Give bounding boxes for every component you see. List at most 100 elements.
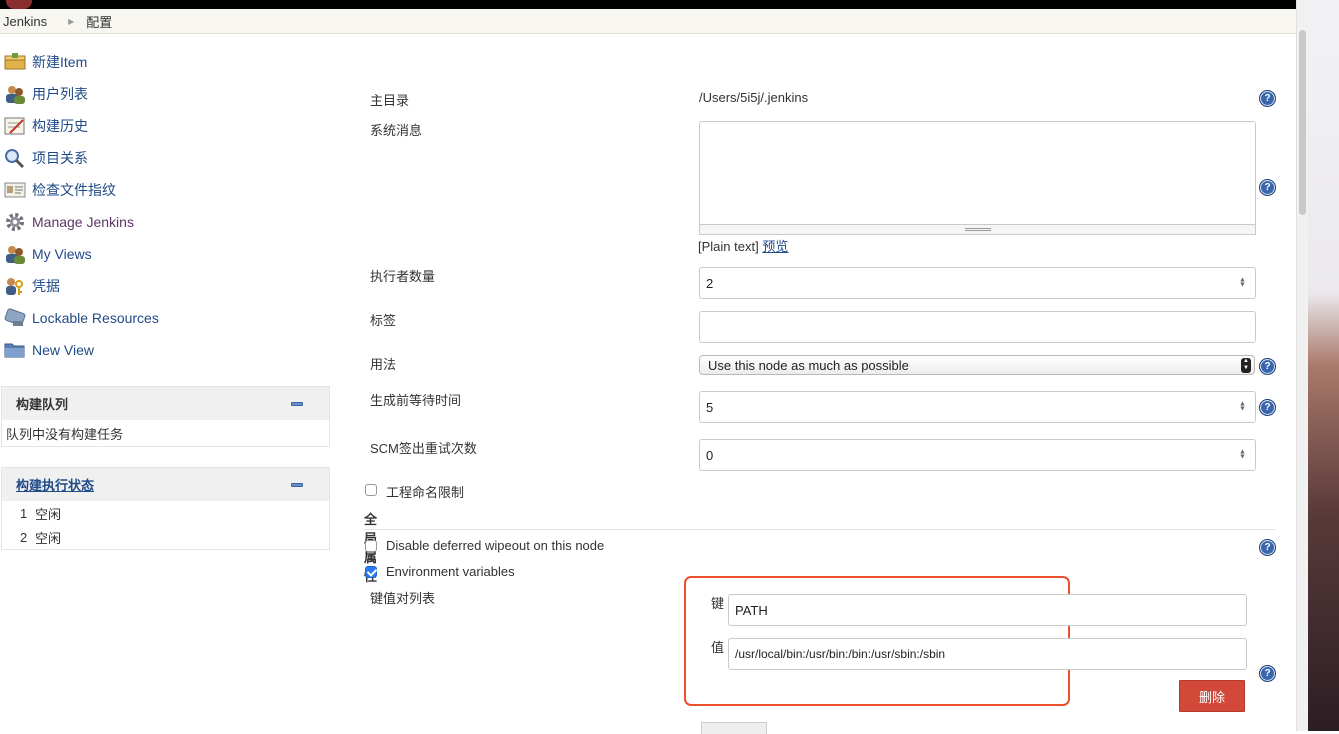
usage-label: 用法 (370, 357, 397, 372)
executor-status-panel: 构建执行状态 1 空闲 2 空闲 (1, 467, 330, 550)
executors-label: 执行者数量 (370, 269, 436, 284)
labels-label: 标签 (370, 313, 397, 328)
sidebar-item-label: My Views (32, 246, 92, 262)
stepper-icon[interactable]: ▲ ▼ (1239, 277, 1246, 289)
sidebar-item-label: 凭据 (32, 278, 60, 294)
usage-select[interactable]: Use this node as much as possible ▲ ▼ (699, 355, 1255, 375)
sidebar-item-label: 检查文件指纹 (32, 182, 116, 198)
sidebar-item-label: 用户列表 (32, 86, 88, 102)
sidebar-item-label: New View (32, 342, 94, 358)
sidebar-item-manage-jenkins[interactable]: Manage Jenkins (0, 206, 330, 238)
sidebar-item-label: 新建Item (32, 54, 88, 70)
quiet-period-input[interactable]: 5 ▲ ▼ (699, 391, 1256, 423)
page-scrollbar[interactable] (1296, 0, 1308, 731)
users-icon (4, 244, 26, 264)
add-button[interactable] (701, 722, 767, 734)
help-icon[interactable]: ? (1259, 665, 1276, 682)
gear-icon (4, 212, 26, 232)
users-icon (4, 84, 26, 104)
executors-input[interactable]: 2 ▲ ▼ (699, 267, 1256, 299)
select-arrows-icon: ▲ ▼ (1241, 358, 1251, 373)
top-header-bar (0, 0, 1296, 9)
executor-status: 空闲 (35, 506, 62, 522)
project-naming-checkbox[interactable] (365, 484, 377, 496)
sidebar-item-label: Manage Jenkins (32, 214, 134, 230)
executor-number: 1 (20, 505, 28, 521)
home-dir-value: /Users/5i5j/.jenkins (699, 90, 809, 105)
markup-format: [Plain text] 预览 (698, 236, 788, 255)
sidebar-item-label: 构建历史 (32, 118, 88, 134)
section-divider (364, 529, 1276, 530)
collapse-icon[interactable] (291, 402, 303, 406)
credentials-icon (4, 276, 26, 296)
scm-retry-label: SCM签出重试次数 (370, 441, 477, 456)
help-icon[interactable]: ? (1259, 399, 1276, 416)
fingerprint-icon (4, 180, 26, 200)
executors-value: 2 (706, 275, 714, 291)
env-vars-label: Environment variables (386, 564, 515, 579)
help-icon[interactable]: ? (1259, 358, 1276, 375)
build-queue-empty: 队列中没有构建任务 (6, 426, 124, 442)
scrollbar-thumb[interactable] (1299, 30, 1306, 215)
executor-status-title[interactable]: 构建执行状态 (16, 475, 94, 494)
disable-wipeout-checkbox[interactable] (365, 540, 377, 552)
quiet-period-label: 生成前等待时间 (370, 393, 462, 408)
help-icon[interactable]: ? (1259, 90, 1276, 107)
help-icon[interactable]: ? (1259, 539, 1276, 556)
value-label: 值 (711, 640, 725, 655)
textarea-resize-handle[interactable] (699, 225, 1256, 235)
preview-link[interactable]: 预览 (762, 239, 788, 254)
env-key-input[interactable]: PATH (728, 594, 1247, 626)
project-naming-label: 工程命名限制 (386, 485, 465, 500)
home-dir-label: 主目录 (370, 93, 410, 108)
build-queue-panel: 构建队列 队列中没有构建任务 (1, 386, 330, 447)
sidebar-item-label: Lockable Resources (32, 310, 159, 326)
breadcrumb: Jenkins ▶ 配置 (0, 9, 1296, 34)
system-message-label: 系统消息 (370, 123, 423, 138)
new-item-icon (4, 52, 26, 72)
executor-status: 空闲 (35, 530, 62, 546)
sidebar-item-new-item[interactable]: 新建Item (0, 46, 330, 78)
stepper-icon[interactable]: ▲ ▼ (1239, 401, 1246, 413)
quiet-period-value: 5 (706, 399, 714, 415)
executor-row: 2 空闲 (2, 525, 329, 549)
build-history-icon (4, 116, 26, 136)
help-icon[interactable]: ? (1259, 179, 1276, 196)
sidebar-item-users[interactable]: 用户列表 (0, 78, 330, 110)
sidebar-item-project-relationship[interactable]: 项目关系 (0, 142, 330, 174)
desktop-background (1308, 0, 1339, 731)
sidebar-item-new-view[interactable]: New View (0, 334, 330, 366)
breadcrumb-current: 配置 (86, 14, 113, 30)
disable-wipeout-label: Disable deferred wipeout on this node (386, 538, 605, 553)
env-vars-checkbox[interactable] (365, 566, 377, 578)
sidebar-item-lockable-resources[interactable]: Lockable Resources (0, 302, 330, 334)
env-value-input[interactable]: /usr/local/bin:/usr/bin:/bin:/usr/sbin:/… (728, 638, 1247, 670)
collapse-icon[interactable] (291, 483, 303, 487)
stepper-icon[interactable]: ▲ ▼ (1239, 449, 1246, 461)
sidebar-item-label: 项目关系 (32, 150, 88, 166)
scm-retry-input[interactable]: 0 ▲ ▼ (699, 439, 1256, 471)
breadcrumb-jenkins[interactable]: Jenkins (3, 14, 47, 29)
delete-button[interactable]: 删除 (1179, 680, 1245, 712)
key-label: 键 (711, 596, 725, 611)
plain-text-label: [Plain text] (698, 239, 759, 254)
sidebar-item-credentials[interactable]: 凭据 (0, 270, 330, 302)
jenkins-logo[interactable] (6, 0, 32, 9)
labels-input[interactable] (699, 311, 1256, 343)
executor-row: 1 空闲 (2, 501, 329, 525)
system-message-textarea[interactable] (699, 121, 1256, 225)
scm-retry-value: 0 (706, 447, 714, 463)
sidebar: 新建Item 用户列表 构建历史 项目关系 检查文件指纹 Manage Jenk… (0, 46, 330, 366)
usage-value: Use this node as much as possible (708, 357, 909, 373)
sidebar-item-my-views[interactable]: My Views (0, 238, 330, 270)
kv-list-label: 键值对列表 (370, 591, 436, 606)
lockable-resources-icon (4, 308, 26, 328)
executor-status-header: 构建执行状态 (2, 468, 329, 501)
sidebar-item-fingerprint[interactable]: 检查文件指纹 (0, 174, 330, 206)
magnifier-icon (4, 148, 26, 168)
breadcrumb-separator-icon[interactable]: ▶ (68, 17, 74, 26)
sidebar-item-build-history[interactable]: 构建历史 (0, 110, 330, 142)
build-queue-title: 构建队列 (16, 397, 69, 412)
folder-icon (4, 340, 26, 360)
executor-number: 2 (20, 529, 28, 545)
